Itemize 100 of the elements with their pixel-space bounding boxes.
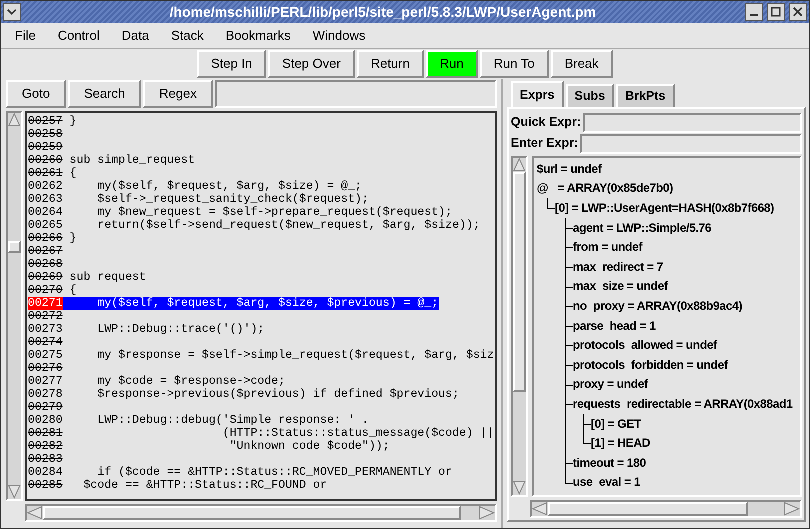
- tree-item[interactable]: timeout = 180: [573, 454, 646, 472]
- scroll-right-icon[interactable]: [479, 506, 495, 520]
- scroll-down-icon[interactable]: [513, 481, 526, 495]
- tree-item[interactable]: [0] = GET: [591, 414, 642, 433]
- menu-item[interactable]: Bookmarks: [226, 26, 291, 46]
- scrollbar[interactable]: [25, 504, 497, 522]
- tree-item[interactable]: requests_redirectable = ARRAY(0x88ad1: [573, 394, 793, 413]
- line-number[interactable]: 00268: [28, 258, 63, 271]
- line-number[interactable]: 00274: [28, 336, 63, 349]
- code-line: sub request: [68, 271, 146, 284]
- line-number[interactable]: 00269: [28, 271, 63, 284]
- tab[interactable]: BrkPts: [616, 84, 675, 107]
- tree-item[interactable]: max_size = undef: [573, 277, 668, 296]
- line-number[interactable]: 00272: [28, 310, 63, 323]
- line-number[interactable]: 00277: [28, 375, 63, 388]
- line-number[interactable]: 00276: [28, 362, 63, 375]
- code-line: $response->previous($previous) if defined $previous;: [96, 388, 460, 401]
- toolbar-button[interactable]: Run To: [480, 50, 549, 78]
- code-line: }: [68, 232, 77, 245]
- tree-item[interactable]: from = undef: [573, 238, 642, 256]
- scroll-left-icon[interactable]: [532, 502, 548, 516]
- line-number[interactable]: 00260: [28, 154, 63, 167]
- toolbar-button[interactable]: Step Over: [268, 50, 355, 78]
- line-number[interactable]: 00280: [28, 414, 63, 427]
- line-number[interactable]: 00259: [28, 141, 63, 154]
- line-number[interactable]: 00266: [28, 232, 63, 245]
- code-line: LWP::Debug::debug('Simple response: ' .: [96, 414, 369, 427]
- code-line: return($self->send_request($new_request, $arg, $size));: [96, 219, 480, 232]
- code-line: my $new_request = $self->prepare_request($request);: [96, 206, 452, 219]
- line-number[interactable]: 00284: [28, 466, 63, 479]
- scroll-down-icon[interactable]: [8, 485, 21, 499]
- tree-item[interactable]: parse_head = 1: [573, 316, 656, 335]
- code-line: "Unknown code $code"));: [228, 440, 390, 453]
- tab[interactable]: Subs: [566, 84, 614, 107]
- close-icon[interactable]: [789, 3, 807, 21]
- menu-item[interactable]: File: [15, 26, 36, 46]
- expr-field[interactable]: [580, 134, 802, 154]
- menu-item[interactable]: Control: [58, 26, 100, 46]
- scroll-up-icon[interactable]: [8, 113, 21, 127]
- line-number[interactable]: 00279: [28, 401, 63, 414]
- tree-item[interactable]: no_proxy = ARRAY(0x88b9ac4): [573, 296, 742, 315]
- line-number[interactable]: 00275: [28, 349, 63, 362]
- code-line: (HTTP::Status::status_message($code) ||: [222, 427, 494, 440]
- code-line: $code == &HTTP::Status::RC_FOUND or: [82, 479, 328, 492]
- scrollbar[interactable]: [511, 156, 528, 497]
- search-field[interactable]: [214, 80, 497, 108]
- line-number[interactable]: 00265: [28, 219, 63, 232]
- tree-item[interactable]: protocols_forbidden = undef: [573, 356, 728, 374]
- tree-item[interactable]: protocols_allowed = undef: [573, 336, 718, 354]
- scroll-thumb[interactable]: [8, 241, 21, 253]
- code-line: sub simple_request: [68, 154, 196, 167]
- code-line: {: [68, 167, 77, 180]
- field-label: Enter Expr:: [511, 135, 578, 152]
- line-number[interactable]: 00263: [28, 193, 63, 206]
- tab[interactable]: Exprs: [511, 81, 564, 107]
- line-number[interactable]: 00282: [28, 440, 63, 453]
- line-number[interactable]: 00264: [28, 206, 63, 219]
- scroll-left-icon[interactable]: [27, 506, 43, 520]
- line-number[interactable]: 00278: [28, 388, 63, 401]
- menu-item[interactable]: Windows: [312, 26, 366, 46]
- scroll-up-icon[interactable]: [513, 158, 526, 172]
- tree-item[interactable]: proxy = undef: [573, 375, 648, 394]
- search-bar-button[interactable]: Regex: [143, 80, 213, 108]
- line-number[interactable]: 00261: [28, 167, 63, 180]
- code-line: my($self, $request, $arg, $size) = @_;: [96, 180, 362, 193]
- toolbar-button[interactable]: Run: [426, 50, 478, 78]
- maximize-icon[interactable]: [767, 3, 785, 21]
- toolbar-button[interactable]: Return: [356, 50, 424, 78]
- line-number[interactable]: 00285: [28, 479, 63, 492]
- tree-item[interactable]: $url = undef: [537, 160, 602, 178]
- line-number[interactable]: 00262: [28, 180, 63, 193]
- window-menu-icon[interactable]: [3, 3, 21, 21]
- expr-field[interactable]: [583, 112, 802, 132]
- toolbar-button[interactable]: Break: [550, 50, 613, 78]
- scrollbar[interactable]: [6, 111, 23, 501]
- line-number[interactable]: 00267: [28, 245, 63, 258]
- search-bar-button[interactable]: Search: [68, 80, 142, 108]
- tree-item[interactable]: @_ = ARRAY(0x85de7b0): [537, 179, 674, 198]
- line-number[interactable]: 00283: [28, 453, 63, 466]
- search-bar-button[interactable]: Goto: [6, 80, 66, 108]
- line-number[interactable]: 00271: [28, 297, 63, 310]
- line-number[interactable]: 00257: [28, 115, 63, 128]
- menu-item[interactable]: Data: [122, 26, 150, 46]
- tree-item[interactable]: max_redirect = 7: [573, 258, 664, 276]
- tree-item[interactable]: [1] = HEAD: [591, 434, 650, 452]
- scroll-right-icon[interactable]: [784, 502, 800, 516]
- tree-item[interactable]: [0] = LWP::UserAgent=HASH(0x8b7f668): [555, 198, 774, 217]
- toolbar-button[interactable]: Step In: [197, 50, 266, 78]
- field-label: Quick Expr:: [511, 114, 582, 132]
- line-number[interactable]: 00258: [28, 128, 63, 141]
- tree-item[interactable]: use_eval = 1: [573, 473, 640, 492]
- line-number[interactable]: 00273: [28, 323, 63, 336]
- line-number[interactable]: 00270: [28, 284, 63, 297]
- line-number[interactable]: 00281: [28, 427, 63, 440]
- menu-item[interactable]: Stack: [171, 26, 204, 46]
- code-line: my $response = $self->simple_request($request, $arg, $siz: [96, 349, 494, 362]
- scrollbar[interactable]: [530, 500, 802, 518]
- code-line: if ($code == &HTTP::Status::RC_MOVED_PERMANENTLY or: [96, 466, 452, 479]
- minimize-icon[interactable]: [745, 3, 763, 21]
- tree-item[interactable]: agent = LWP::Simple/5.76: [573, 218, 712, 237]
